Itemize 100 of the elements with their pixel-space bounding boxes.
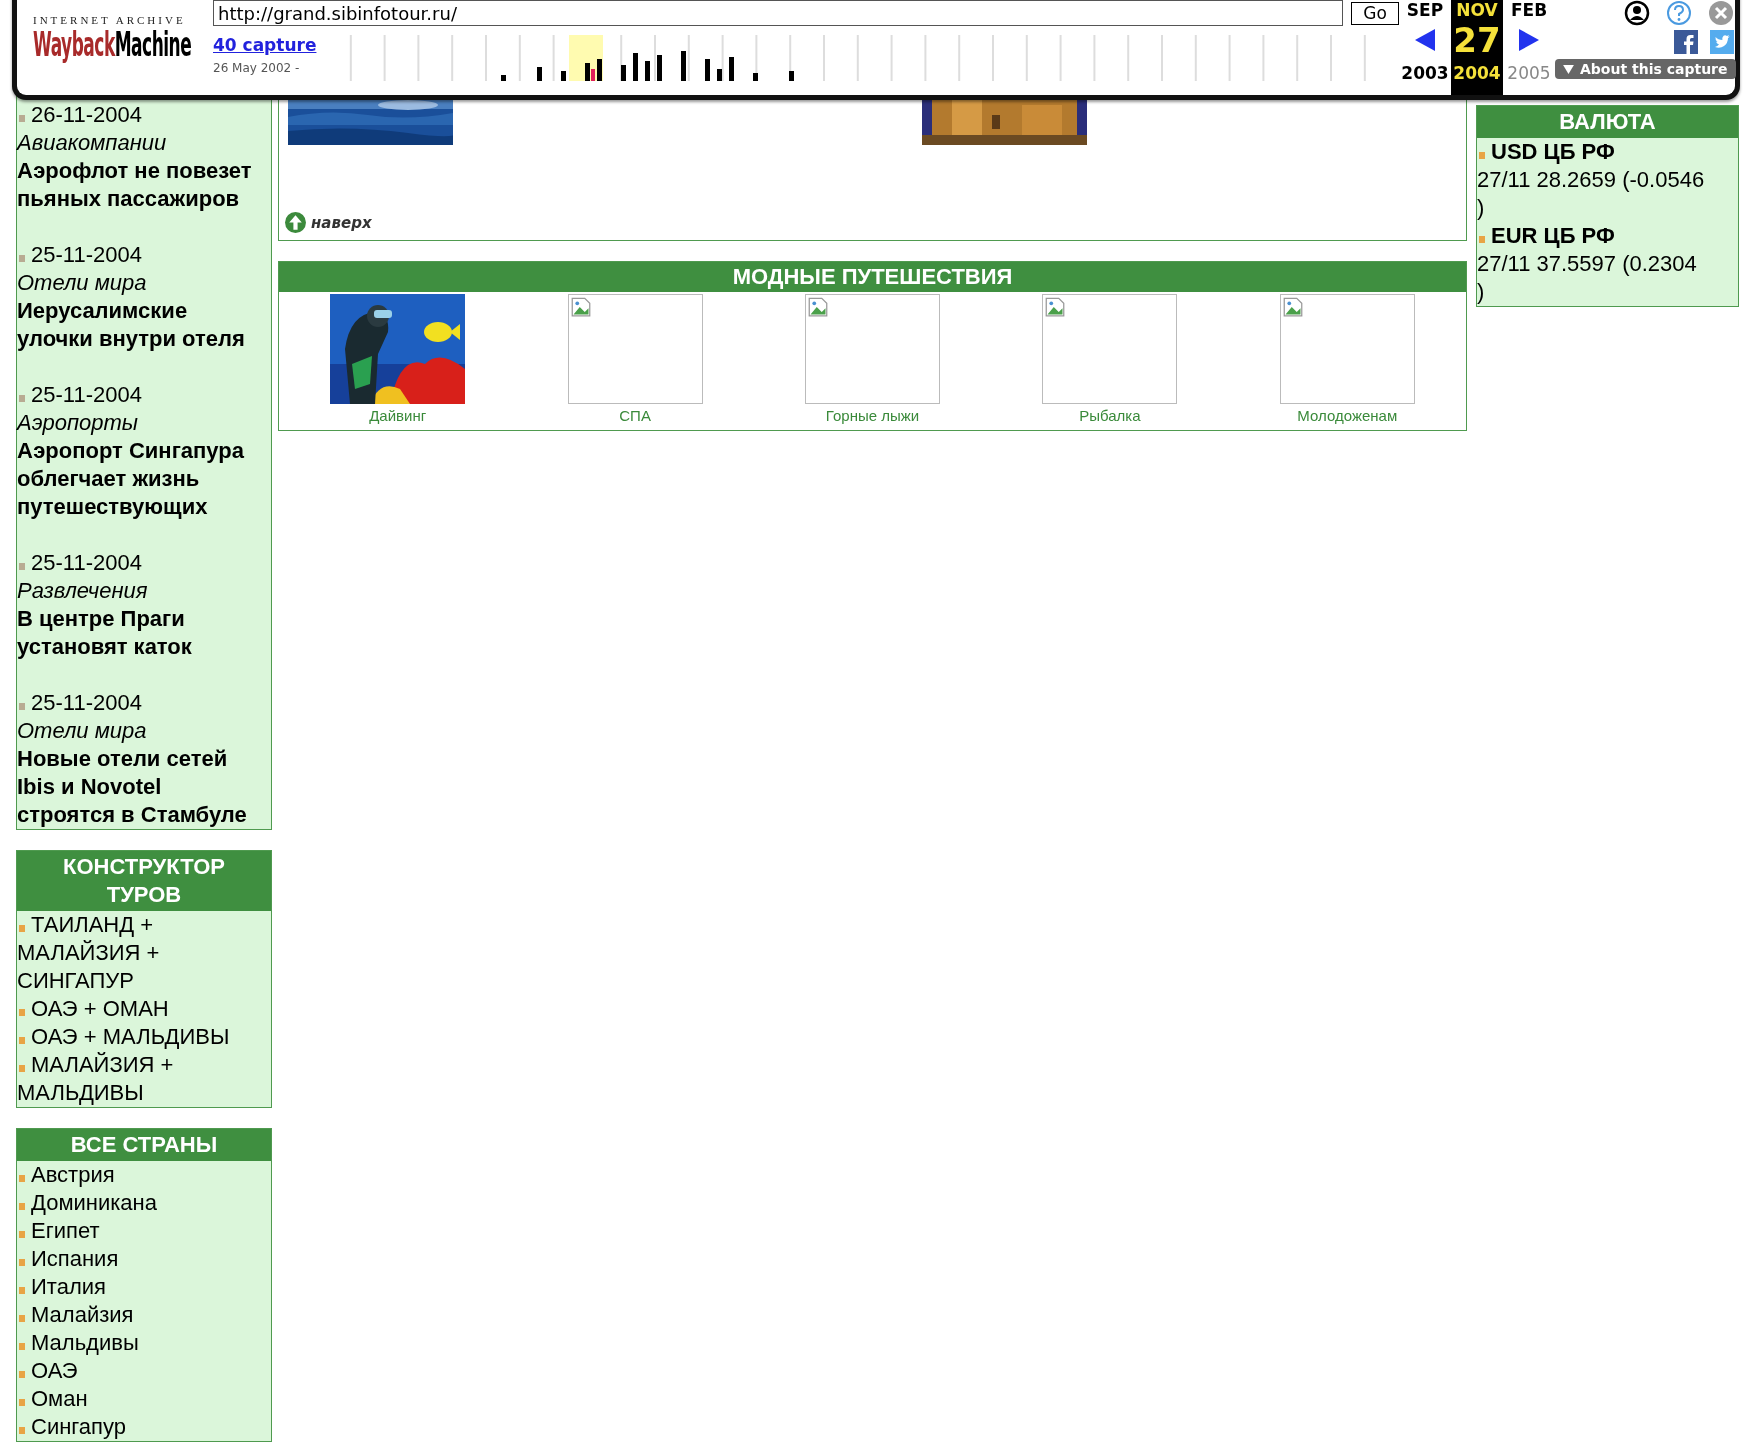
help-icon[interactable] — [1665, 0, 1692, 26]
bullet-icon — [19, 115, 25, 122]
broken-image-icon — [570, 297, 591, 317]
calendar-column[interactable]: NOV 27 2004 — [1451, 0, 1503, 95]
news-title[interactable]: Новые отели сетей Ibis и Novotel строятся в Стамбуле — [17, 745, 257, 829]
capture-bar[interactable] — [561, 71, 566, 81]
capture-bar[interactable] — [789, 71, 794, 81]
capture-bar[interactable] — [753, 73, 758, 81]
currency-name: USD ЦБ РФ — [1491, 139, 1615, 164]
bullet-icon — [19, 1371, 25, 1378]
country-link[interactable]: Сингапур — [31, 1414, 126, 1439]
news-title[interactable]: Аэрофлот не повезет пьяных пассажиров — [17, 157, 257, 213]
logo-caption: INTERNET ARCHIVE — [33, 14, 187, 26]
news-category[interactable]: Отели мира — [17, 717, 257, 745]
broken-image[interactable] — [1279, 294, 1415, 404]
capture-bar[interactable] — [585, 63, 590, 81]
capture-bar[interactable] — [501, 75, 506, 81]
capture-bar[interactable] — [657, 55, 662, 81]
year-label: 2004 — [1453, 62, 1501, 85]
country-link[interactable]: Испания — [31, 1246, 119, 1271]
currency-name: EUR ЦБ РФ — [1491, 223, 1615, 248]
currency-rate: 27/11 37.5597 (0.2304 ) — [1477, 250, 1698, 306]
calendar-column[interactable]: SEP 2003 — [1399, 0, 1451, 95]
bullet-icon — [19, 563, 25, 570]
news-date: 25-11-2004 — [31, 242, 142, 267]
news-title[interactable]: Иерусалимские улочки внутри отеля — [17, 297, 257, 353]
tour-link[interactable]: ТАИЛАНД + МАЛАЙЗИЯ + СИНГАПУР — [17, 911, 271, 995]
capture-bar[interactable] — [537, 67, 542, 81]
category-link[interactable]: Горные лыжи — [825, 404, 920, 428]
capture-bar[interactable] — [633, 53, 638, 81]
news-title[interactable]: Аэропорт Сингапура облегчает жизнь путешествующих — [17, 437, 257, 521]
country-link[interactable]: Оман — [31, 1386, 88, 1411]
category-link[interactable]: Рыбалка — [1079, 404, 1141, 428]
capture-bar[interactable] — [621, 65, 626, 81]
captures-link[interactable]: 40 capture — [213, 35, 317, 55]
about-capture-button[interactable]: About this capture — [1555, 59, 1736, 79]
day-label: 27 — [1453, 20, 1501, 60]
category-link[interactable]: Дайвинг — [369, 404, 427, 428]
broken-image[interactable] — [805, 294, 940, 404]
panel-header: МОДНЫЕ ПУТЕШЕСТВИЯ — [279, 262, 1466, 292]
news-category[interactable]: Отели мира — [17, 269, 257, 297]
news-title[interactable]: В центре Праги установят каток — [17, 605, 257, 661]
capture-bar[interactable] — [645, 61, 650, 81]
bullet-icon — [19, 1287, 25, 1294]
facebook-icon[interactable] — [1673, 30, 1698, 54]
tour-link[interactable]: ОАЭ + ОМАН — [17, 995, 271, 1023]
go-button[interactable]: Go — [1351, 1, 1399, 25]
bullet-icon — [19, 1203, 25, 1210]
country-link[interactable]: Доминикана — [31, 1190, 157, 1215]
country-link[interactable]: Малайзия — [31, 1302, 134, 1327]
capture-bar[interactable] — [597, 59, 602, 81]
country-link[interactable]: Египет — [31, 1218, 100, 1243]
capture-bar[interactable] — [705, 59, 710, 81]
country-link[interactable]: ОАЭ — [31, 1358, 78, 1383]
capture-bar[interactable] — [729, 57, 734, 81]
panel-header: КОНСТРУКТОР ТУРОВ — [17, 851, 271, 911]
country-link[interactable]: Мальдивы — [31, 1330, 139, 1355]
bullet-icon — [19, 1259, 25, 1266]
bullet-icon — [19, 395, 25, 402]
capture-bar[interactable] — [591, 69, 595, 81]
month-label: FEB — [1510, 0, 1548, 20]
news-date: 26-11-2004 — [31, 102, 142, 127]
category-link[interactable]: СПА — [619, 404, 651, 428]
user-icon[interactable] — [1623, 0, 1650, 26]
bullet-icon — [19, 1343, 25, 1350]
month-label: NOV — [1456, 0, 1498, 20]
url-field[interactable]: http://grand.sibinfotour.ru/ — [213, 0, 1343, 26]
bullet-icon — [1479, 152, 1485, 159]
year-label: 2005 — [1507, 62, 1551, 85]
caret-icon — [1563, 64, 1574, 74]
capture-bar[interactable] — [681, 51, 686, 81]
panel-header: ВСЕ СТРАНЫ — [17, 1129, 271, 1161]
news-category[interactable]: Аэропорты — [17, 409, 257, 437]
next-arrow-icon[interactable] — [1519, 29, 1539, 51]
news-category[interactable]: Развлечения — [17, 577, 257, 605]
bullet-icon — [1479, 236, 1485, 243]
bullet-icon — [19, 255, 25, 262]
calendar-column[interactable]: FEB 2005 — [1503, 0, 1555, 95]
news-date: 25-11-2004 — [31, 690, 142, 715]
news-category[interactable]: Авиакомпании — [17, 129, 257, 157]
bullet-icon — [19, 1399, 25, 1406]
broken-image[interactable] — [567, 294, 703, 404]
country-link[interactable]: Италия — [31, 1274, 106, 1299]
date-range: 26 May 2002 - — [213, 61, 301, 75]
tour-link[interactable]: МАЛАЙЗИЯ + МАЛЬДИВЫ — [17, 1051, 271, 1107]
news-date: 25-11-2004 — [31, 382, 142, 407]
broken-image[interactable] — [1042, 294, 1178, 404]
previous-arrow-icon[interactable] — [1415, 29, 1435, 51]
twitter-icon[interactable] — [1709, 30, 1734, 54]
broken-image-icon — [808, 297, 828, 317]
capture-bar[interactable] — [717, 69, 722, 81]
country-link[interactable]: Австрия — [31, 1162, 115, 1187]
currency-rate: 27/11 28.2659 (-0.0546 ) — [1477, 166, 1706, 222]
category-link[interactable]: Молодоженам — [1297, 404, 1398, 428]
back-to-top-link[interactable]: наверх — [311, 213, 372, 232]
close-icon[interactable] — [1707, 0, 1734, 26]
year-label: 2003 — [1401, 62, 1449, 85]
broken-image-icon — [1282, 297, 1303, 317]
tour-link[interactable]: ОАЭ + МАЛЬДИВЫ — [17, 1023, 271, 1051]
bullet-icon — [19, 1427, 25, 1434]
